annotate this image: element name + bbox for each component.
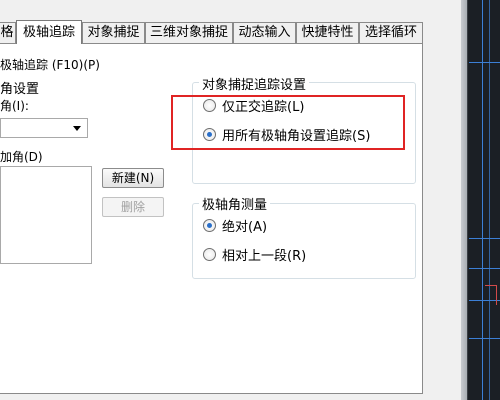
grid-line <box>489 0 490 400</box>
dialog-border <box>461 0 468 400</box>
radio-button[interactable] <box>203 247 216 261</box>
new-angle-button[interactable]: 新建(N) <box>102 168 164 188</box>
polar-settings-title: 角设置 <box>0 82 40 97</box>
annotation-highlight-box <box>171 95 405 150</box>
radio-label: 绝对(A) <box>222 219 268 235</box>
grid-line <box>469 268 500 269</box>
grid-line <box>469 62 500 63</box>
angle-measurement-title: 极轴角测量 <box>199 194 271 213</box>
additional-angles-list[interactable] <box>0 166 92 264</box>
tab-grid[interactable]: 格 <box>0 22 16 43</box>
grid-line <box>469 338 500 339</box>
radio-button[interactable] <box>203 218 216 232</box>
increment-angle-dropdown[interactable] <box>0 118 88 138</box>
grid-line <box>496 285 497 305</box>
delete-angle-button[interactable]: 删除 <box>102 197 164 217</box>
snap-tracking-title: 对象捕捉追踪设置 <box>199 74 310 93</box>
grid-line <box>482 0 483 400</box>
polar-enable-label[interactable]: 极轴追踪 (F10)(P) <box>0 56 100 73</box>
radio-label: 相对上一段(R) <box>222 248 307 264</box>
angle-measurement-group <box>192 203 416 279</box>
tab-dynamic-input[interactable]: 动态输入 <box>233 22 296 43</box>
tab-quick-properties[interactable]: 快捷特性 <box>296 22 359 43</box>
tab-polar-tracking[interactable]: 极轴追踪 <box>16 20 82 44</box>
cad-canvas <box>469 0 500 400</box>
tab-3d-object-snap[interactable]: 三维对象捕捉 <box>145 22 233 43</box>
chevron-down-icon <box>73 126 81 131</box>
grid-line <box>469 238 500 239</box>
radio-relative-last-segment[interactable]: 相对上一段(R) <box>203 246 307 264</box>
tab-object-snap[interactable]: 对象捕捉 <box>82 22 145 43</box>
tab-selection-cycling[interactable]: 选择循环 <box>359 22 423 43</box>
increment-angle-label: 角(I): <box>0 99 29 113</box>
additional-angles-label[interactable]: 加角(D) <box>0 148 43 165</box>
tab-strip: 格 极轴追踪 对象捕捉 三维对象捕捉 动态输入 快捷特性 选择循环 <box>0 20 430 44</box>
radio-absolute[interactable]: 绝对(A) <box>203 217 268 235</box>
